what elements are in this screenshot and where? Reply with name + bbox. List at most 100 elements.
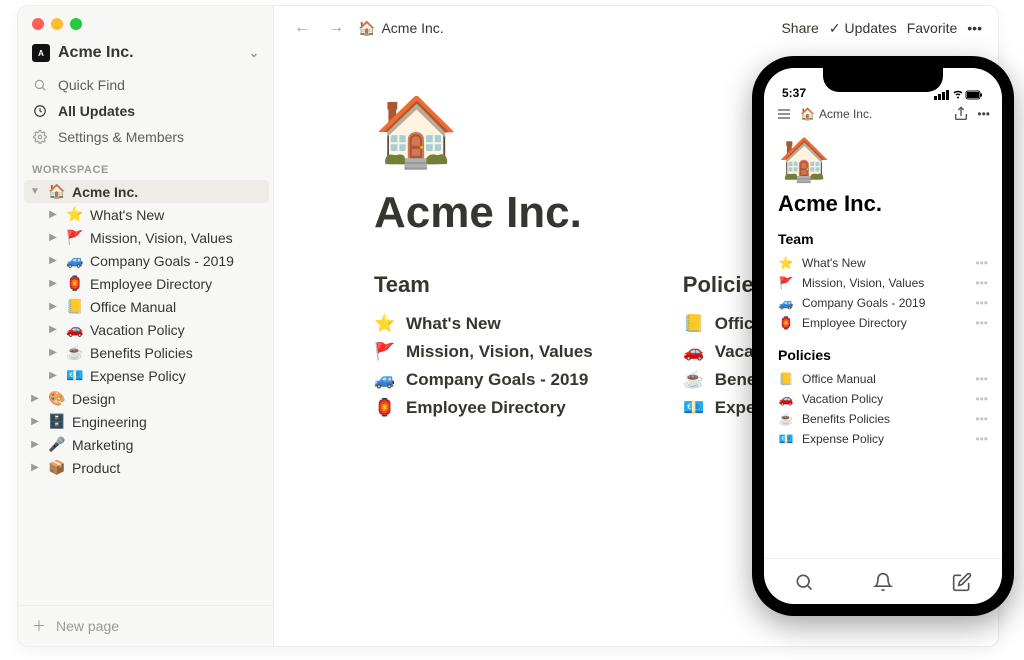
sidebar-item-company-goals-2019[interactable]: ▶🚙Company Goals - 2019	[24, 249, 269, 272]
sidebar-item-label: Mission, Vision, Values	[90, 230, 233, 246]
page-tree: ▼🏠Acme Inc.▶⭐What's New▶🚩Mission, Vision…	[18, 180, 273, 485]
sidebar-item-product[interactable]: ▶ 📦 Product	[24, 456, 269, 479]
phone-share-button[interactable]	[953, 106, 969, 122]
page-link-mission-vision-values[interactable]: 🚩Mission, Vision, Values	[374, 338, 593, 366]
chevron-right-icon[interactable]: ▶	[46, 370, 60, 381]
phone-compose-tab[interactable]	[952, 572, 972, 592]
sidebar-item-what-s-new[interactable]: ▶⭐What's New	[24, 203, 269, 226]
page-link-what-s-new[interactable]: ⭐What's New	[374, 310, 593, 338]
chevron-right-icon[interactable]: ▶	[28, 393, 42, 404]
ellipsis-icon[interactable]: •••	[975, 432, 988, 446]
page-emoji-icon: ⭐	[66, 206, 84, 223]
sidebar-item-employee-directory[interactable]: ▶ 🏮 Employee Directory	[24, 272, 269, 295]
phone-search-tab[interactable]	[794, 572, 814, 592]
ellipsis-icon[interactable]: •••	[975, 372, 988, 386]
page-link-label: Benefits Policies	[802, 412, 890, 426]
page-emoji-icon: 🗄️	[48, 413, 66, 430]
chevron-right-icon[interactable]: ▶	[46, 255, 60, 266]
phone-page-emoji[interactable]: 🏠	[778, 136, 988, 185]
ellipsis-icon[interactable]: •••	[975, 412, 988, 426]
favorite-button[interactable]: Favorite	[907, 20, 958, 36]
minimize-window-icon[interactable]	[51, 18, 63, 30]
all-updates[interactable]: All Updates	[18, 98, 273, 124]
share-button[interactable]: Share	[781, 20, 818, 36]
ellipsis-icon[interactable]: •••	[975, 256, 988, 270]
chevron-right-icon[interactable]: ▶	[46, 301, 60, 312]
sidebar-item-vacation-policy[interactable]: ▶🚗Vacation Policy	[24, 318, 269, 341]
phone-mockup: 5:37 🏠 Acme Inc. ••• 🏠 Acme Inc. Team⭐Wh…	[752, 56, 1014, 616]
phone-page-link-expense-policy[interactable]: 💶Expense Policy•••	[778, 429, 988, 449]
page-link-label: Company Goals - 2019	[802, 296, 925, 310]
chevron-right-icon[interactable]: ▶	[28, 462, 42, 473]
page-emoji-icon: 🎤	[48, 436, 66, 453]
updates-button[interactable]: ✓Updates	[829, 20, 897, 37]
sidebar-item-expense-policy[interactable]: ▶💶Expense Policy	[24, 364, 269, 387]
page-emoji-icon: ☕	[683, 370, 705, 390]
chevron-right-icon[interactable]: ▶	[46, 347, 60, 358]
section-heading: Team	[374, 272, 593, 298]
sidebar-item-label: Vacation Policy	[90, 322, 185, 338]
chevron-right-icon[interactable]: ▶	[28, 416, 42, 427]
quick-find[interactable]: Quick Find	[18, 72, 273, 98]
workspace-switcher[interactable]: A Acme Inc. ⌄	[18, 38, 273, 72]
zoom-window-icon[interactable]	[70, 18, 82, 30]
phone-page-link-employee-directory[interactable]: 🏮Employee Directory•••	[778, 313, 988, 333]
settings-members[interactable]: Settings & Members	[18, 124, 273, 150]
close-window-icon[interactable]	[32, 18, 44, 30]
phone-menu-button[interactable]	[776, 106, 792, 122]
chevron-right-icon[interactable]: ▶	[28, 439, 42, 450]
phone-page-link-benefits-policies[interactable]: ☕ Benefits Policies •••	[778, 409, 988, 429]
phone-more-button[interactable]: •••	[977, 107, 990, 121]
sidebar-item-acme-inc-[interactable]: ▼🏠Acme Inc.	[24, 180, 269, 203]
phone-page-link-vacation-policy[interactable]: 🚗Vacation Policy•••	[778, 389, 988, 409]
breadcrumb[interactable]: 🏠 Acme Inc.	[358, 20, 444, 37]
chevron-right-icon[interactable]: ▶	[46, 278, 60, 289]
section-heading: Policies	[778, 347, 988, 363]
sidebar-item-office-manual[interactable]: ▶📒Office Manual	[24, 295, 269, 318]
page-emoji-icon: 🏮	[66, 275, 84, 292]
sidebar-item-label: Employee Directory	[90, 276, 212, 292]
phone-breadcrumb[interactable]: 🏠 Acme Inc.	[800, 107, 945, 121]
phone-section-policies: Policies📒Office Manual•••🚗Vacation Polic…	[778, 347, 988, 449]
page-emoji-icon: 🎨	[48, 390, 66, 407]
sidebar-item-benefits-policies[interactable]: ▶☕Benefits Policies	[24, 341, 269, 364]
window-traffic-lights	[18, 6, 273, 38]
chevron-right-icon[interactable]: ▶	[46, 324, 60, 335]
page-link-employee-directory[interactable]: 🏮Employee Directory	[374, 394, 593, 422]
sidebar-item-label: Company Goals - 2019	[90, 253, 234, 269]
page-emoji-icon: 📦	[48, 459, 66, 476]
sidebar-item-label: Product	[72, 460, 120, 476]
back-button[interactable]: ←	[290, 17, 314, 39]
sidebar-item-label: Office Manual	[90, 299, 176, 315]
sidebar-item-label: Acme Inc.	[72, 184, 138, 200]
all-updates-label: All Updates	[58, 103, 135, 119]
chevron-right-icon[interactable]: ▶	[46, 232, 60, 243]
phone-updates-tab[interactable]	[873, 572, 893, 592]
page-emoji-icon: ⭐	[374, 314, 396, 334]
phone-page-link-office-manual[interactable]: 📒Office Manual•••	[778, 369, 988, 389]
phone-page-link-what-s-new[interactable]: ⭐What's New•••	[778, 253, 988, 273]
page-link-label: Vacation Policy	[802, 392, 883, 406]
sidebar-item-engineering[interactable]: ▶🗄️Engineering	[24, 410, 269, 433]
ellipsis-icon[interactable]: •••	[975, 276, 988, 290]
sidebar-item-design[interactable]: ▶🎨Design	[24, 387, 269, 410]
new-page-button[interactable]: ＋ New page	[18, 605, 273, 646]
phone-page-title[interactable]: Acme Inc.	[778, 191, 988, 217]
sidebar-item-mission-vision-values[interactable]: ▶🚩Mission, Vision, Values	[24, 226, 269, 249]
ellipsis-icon[interactable]: •••	[975, 392, 988, 406]
more-menu-button[interactable]: •••	[967, 20, 982, 36]
ellipsis-icon[interactable]: •••	[975, 316, 988, 330]
sidebar-item-marketing[interactable]: ▶🎤Marketing	[24, 433, 269, 456]
phone-screen: 5:37 🏠 Acme Inc. ••• 🏠 Acme Inc. Team⭐Wh…	[764, 68, 1002, 604]
phone-page-link-company-goals-2019[interactable]: 🚙 Company Goals - 2019 •••	[778, 293, 988, 313]
page-emoji-icon: ☕	[778, 412, 794, 426]
page-emoji-icon: ☕	[66, 344, 84, 361]
ellipsis-icon[interactable]: •••	[975, 296, 988, 310]
chevron-right-icon[interactable]: ▶	[46, 209, 60, 220]
page-emoji-icon: 🚙	[778, 296, 794, 310]
chevron-down-icon[interactable]: ▼	[28, 186, 42, 197]
page-link-company-goals-2019[interactable]: 🚙Company Goals - 2019	[374, 366, 593, 394]
phone-time: 5:37	[782, 86, 806, 100]
phone-page-link-mission-vision-values[interactable]: 🚩Mission, Vision, Values•••	[778, 273, 988, 293]
forward-button[interactable]: →	[324, 17, 348, 39]
